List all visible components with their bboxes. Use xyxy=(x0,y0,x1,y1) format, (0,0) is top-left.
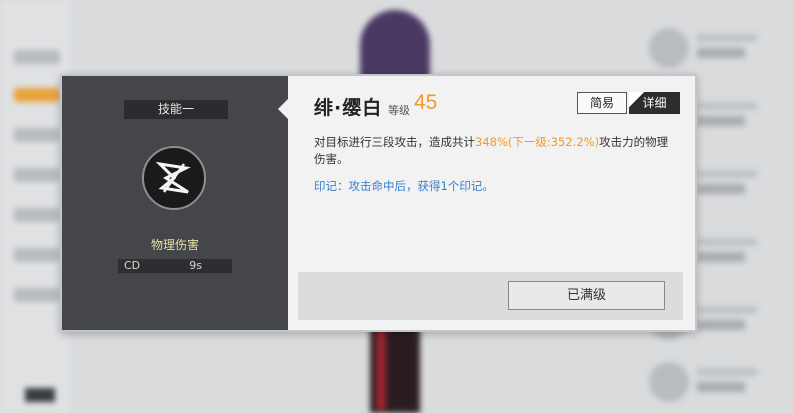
cooldown-bar: CD 9s xyxy=(118,259,232,273)
level-value: 45 xyxy=(414,91,438,114)
upgrade-footer: 已满级 xyxy=(298,272,683,320)
skill-detail-popup: 技能一 物理伤害 CD 9s 绯·缨白 等级 45 简易 详细 对目标进行三段攻… xyxy=(60,74,697,332)
skill-description: 对目标进行三段攻击，造成共计348%(下一级:352.2%)攻击力的物理伤害。 xyxy=(314,134,674,168)
detail-view-label: 详细 xyxy=(642,96,667,110)
side-menu-item-active[interactable] xyxy=(14,88,60,102)
damage-type-label: 物理伤害 xyxy=(150,238,199,252)
side-menu-item[interactable] xyxy=(14,248,60,262)
right-list-item[interactable] xyxy=(649,28,789,68)
cooldown-label: CD xyxy=(124,259,141,272)
slash-swords-icon xyxy=(142,146,206,210)
panel-pointer xyxy=(278,99,288,119)
skill-title: 绯·缨白 xyxy=(314,97,383,119)
skill-summary-panel: 技能一 物理伤害 CD 9s xyxy=(62,76,288,330)
side-menu-item[interactable] xyxy=(14,208,60,222)
side-menu-item[interactable] xyxy=(14,168,60,182)
mark-effect-text: 印记：攻击命中后，获得1个印记。 xyxy=(314,179,494,193)
skill-slot-label: 技能一 xyxy=(124,100,228,119)
max-level-button[interactable]: 已满级 xyxy=(508,281,665,310)
detail-view-button[interactable]: 详细 xyxy=(629,92,680,114)
simple-view-button[interactable]: 简易 xyxy=(577,92,627,114)
cooldown-value: 9s xyxy=(189,259,202,272)
skill-detail-panel: 绯·缨白 等级 45 简易 详细 对目标进行三段攻击，造成共计348%(下一级:… xyxy=(288,76,695,330)
side-menu-item[interactable] xyxy=(14,50,60,64)
desc-prefix: 对目标进行三段攻击，造成共计 xyxy=(314,135,475,149)
right-list-item[interactable] xyxy=(649,362,789,402)
side-menu-item[interactable] xyxy=(14,128,60,142)
desc-highlight: 348%(下一级:352.2%) xyxy=(475,135,600,149)
level-label: 等级 xyxy=(388,104,410,117)
back-button-blurred[interactable] xyxy=(25,388,55,402)
side-menu-item[interactable] xyxy=(14,288,60,302)
